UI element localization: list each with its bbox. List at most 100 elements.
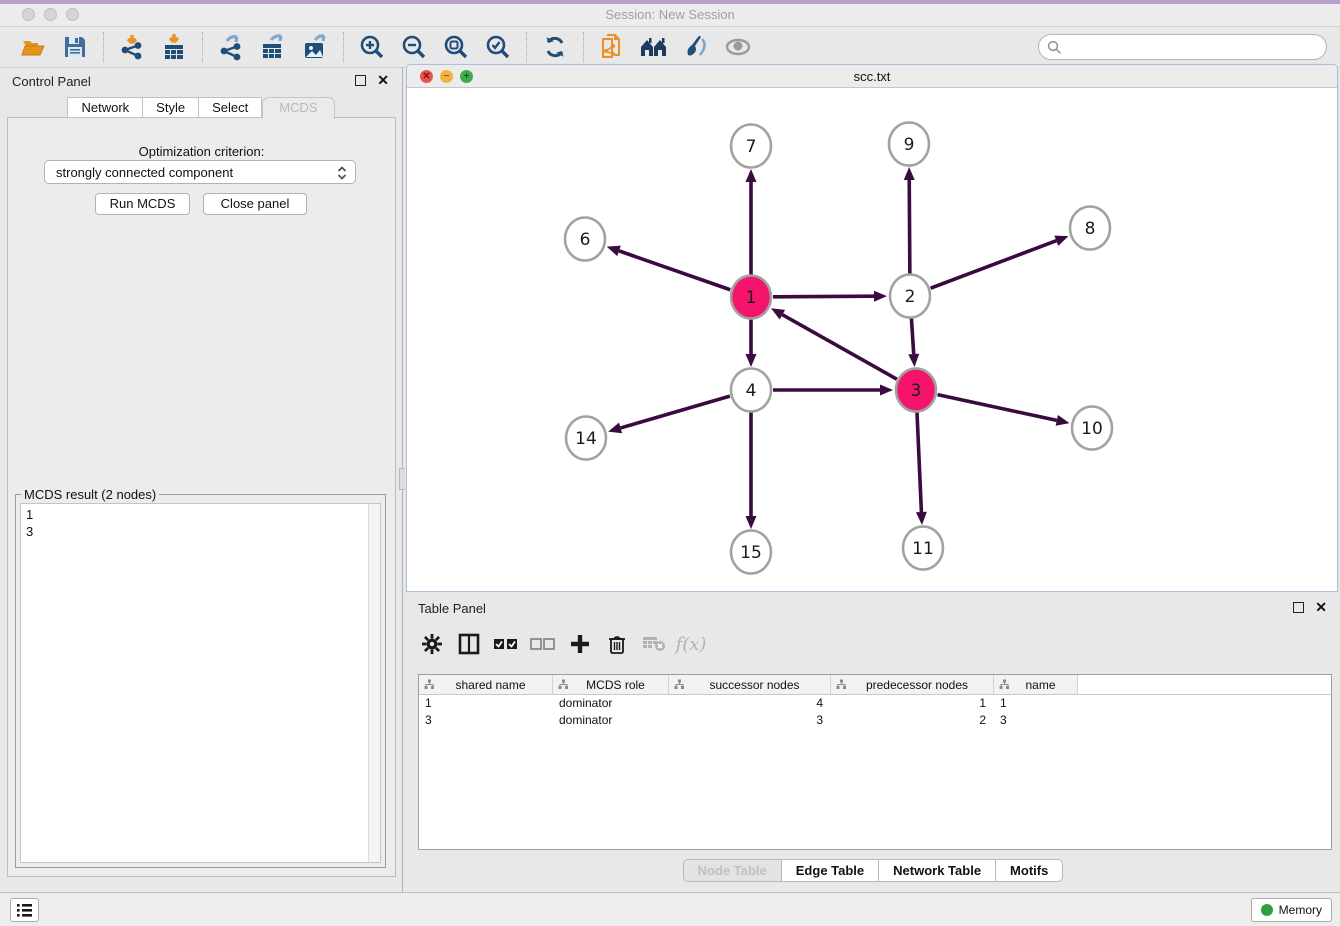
close-panel-icon[interactable]: ✕ [377, 72, 389, 88]
window-titlebar: Session: New Session [0, 0, 1340, 27]
save-session-icon[interactable] [60, 32, 90, 62]
tab-network[interactable]: Network [67, 97, 143, 118]
search-box[interactable] [1038, 34, 1327, 60]
memory-button[interactable]: Memory [1251, 898, 1332, 922]
table-cell[interactable]: 2 [831, 712, 994, 729]
task-history-button[interactable] [10, 898, 39, 922]
column-header-name[interactable]: name [994, 675, 1078, 694]
node-label: 1 [746, 288, 757, 308]
network-canvas[interactable]: 1 2 3 4 6 7 8 9 10 11 14 15 [407, 88, 1337, 592]
close-panel-button[interactable]: Close panel [203, 193, 307, 215]
create-column-plus-icon[interactable] [566, 630, 594, 658]
import-table-icon[interactable] [159, 32, 189, 62]
graph-node-11[interactable]: 11 [903, 527, 943, 570]
mcds-result-textarea[interactable]: 1 3 [20, 503, 381, 863]
close-table-panel-icon[interactable]: ✕ [1315, 599, 1327, 615]
edge-2-9[interactable] [904, 167, 915, 274]
edge-1-6[interactable] [607, 246, 731, 290]
edge-4-3[interactable] [773, 385, 893, 396]
column-header-MCDS-role[interactable]: MCDS role [553, 675, 669, 694]
zoom-fit-icon[interactable] [441, 32, 471, 62]
export-table-icon[interactable] [258, 32, 288, 62]
delete-column-trash-icon[interactable] [603, 630, 631, 658]
graph-node-10[interactable]: 10 [1072, 407, 1112, 450]
graph-node-8[interactable]: 8 [1070, 207, 1110, 250]
search-input[interactable] [1066, 37, 1326, 57]
network-window-titlebar[interactable]: ✕ − + scc.txt [407, 65, 1337, 88]
result-scrollbar[interactable] [368, 504, 380, 862]
select-all-columns-icon[interactable] [492, 630, 520, 658]
hide-panel-eye-icon[interactable] [723, 32, 753, 62]
table-row[interactable]: 3dominator323 [419, 712, 1331, 729]
table-panel-title: Table Panel [418, 601, 486, 616]
edge-4-15[interactable] [746, 412, 757, 529]
tab-network-table[interactable]: Network Table [879, 859, 996, 882]
mcds-tab-content: Optimization criterion: strongly connect… [7, 117, 396, 877]
table-row[interactable]: 1dominator411 [419, 695, 1331, 712]
table-cell[interactable]: 1 [994, 695, 1078, 712]
cytoscape-app: Session: New Session [0, 0, 1340, 926]
table-cell[interactable]: dominator [553, 695, 669, 712]
edge-2-8[interactable] [931, 236, 1069, 289]
show-column-icon[interactable] [455, 630, 483, 658]
node-label: 8 [1085, 219, 1096, 239]
table-settings-gear-icon[interactable] [418, 630, 446, 658]
open-file-icon[interactable] [18, 32, 48, 62]
node-table[interactable]: shared nameMCDS rolesuccessor nodesprede… [418, 674, 1332, 850]
refresh-icon[interactable] [540, 32, 570, 62]
edge-3-10[interactable] [938, 395, 1070, 426]
float-panel-icon[interactable] [355, 75, 366, 86]
tab-node-table[interactable]: Node Table [683, 859, 782, 882]
zoom-out-icon[interactable] [399, 32, 429, 62]
graph-node-3[interactable]: 3 [896, 369, 936, 412]
toolbar-separator [202, 32, 203, 62]
table-toolbar: f(x) [418, 624, 714, 664]
table-cell[interactable]: 3 [994, 712, 1078, 729]
panel-splitter-handle[interactable] [399, 468, 406, 490]
graph-node-4[interactable]: 4 [731, 369, 771, 412]
tab-mcds[interactable]: MCDS [262, 97, 334, 119]
column-header-predecessor-nodes[interactable]: predecessor nodes [831, 675, 994, 694]
unselect-all-columns-icon[interactable] [529, 630, 557, 658]
tab-motifs[interactable]: Motifs [996, 859, 1063, 882]
import-network-icon[interactable] [117, 32, 147, 62]
edge-3-1[interactable] [771, 308, 897, 379]
column-header-shared-name[interactable]: shared name [419, 675, 553, 694]
tab-style[interactable]: Style [143, 97, 199, 118]
graph-node-1[interactable]: 1 [731, 276, 771, 319]
table-cell[interactable]: 1 [419, 695, 553, 712]
optimization-criterion-select[interactable]: strongly connected component [44, 160, 356, 184]
table-cell[interactable]: dominator [553, 712, 669, 729]
graph-node-6[interactable]: 6 [565, 218, 605, 261]
zoom-in-icon[interactable] [357, 32, 387, 62]
graph-node-15[interactable]: 15 [731, 531, 771, 574]
export-image-icon[interactable] [300, 32, 330, 62]
tab-edge-table[interactable]: Edge Table [782, 859, 879, 882]
main-toolbar [0, 27, 1340, 68]
edge-1-7[interactable] [746, 169, 757, 275]
first-neighbors-icon[interactable] [639, 32, 669, 62]
clone-network-icon[interactable] [597, 32, 627, 62]
graph-node-7[interactable]: 7 [731, 125, 771, 168]
export-network-icon[interactable] [216, 32, 246, 62]
hierarchy-icon [558, 679, 569, 690]
table-cell[interactable]: 1 [831, 695, 994, 712]
graph-node-9[interactable]: 9 [889, 123, 929, 166]
table-cell[interactable]: 3 [669, 712, 831, 729]
zoom-selected-icon[interactable] [483, 32, 513, 62]
node-label: 4 [746, 381, 757, 401]
edge-1-4[interactable] [746, 319, 757, 367]
edge-1-2[interactable] [773, 291, 887, 302]
float-table-panel-icon[interactable] [1293, 602, 1304, 613]
table-cell[interactable]: 3 [419, 712, 553, 729]
graph-node-14[interactable]: 14 [566, 417, 606, 460]
edge-3-11[interactable] [916, 412, 927, 525]
edge-2-3[interactable] [908, 318, 919, 367]
graph-node-2[interactable]: 2 [890, 275, 930, 318]
table-cell[interactable]: 4 [669, 695, 831, 712]
vizmapper-icon[interactable] [681, 32, 711, 62]
edge-4-14[interactable] [608, 396, 730, 433]
tab-select[interactable]: Select [199, 97, 262, 118]
column-header-successor-nodes[interactable]: successor nodes [669, 675, 831, 694]
run-mcds-button[interactable]: Run MCDS [95, 193, 190, 215]
